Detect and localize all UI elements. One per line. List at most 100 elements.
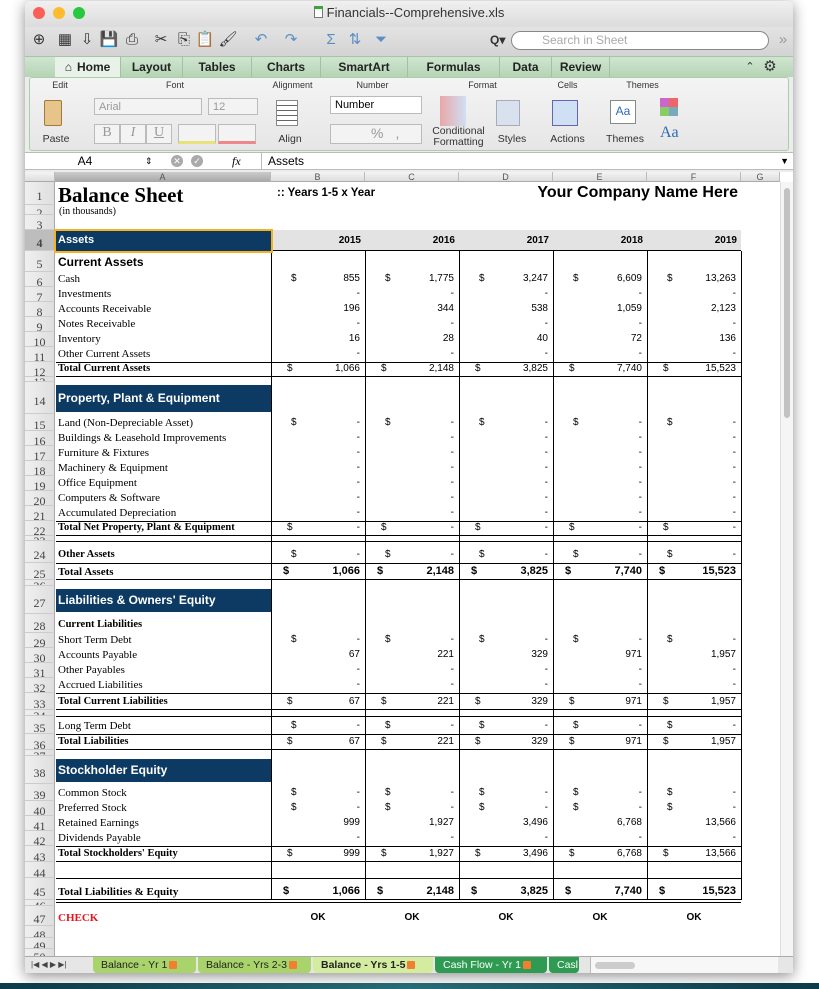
row-header-15[interactable]: 15 <box>25 414 55 431</box>
gallery-icon[interactable]: ▦ <box>55 30 75 50</box>
row-header-42[interactable]: 42 <box>25 831 55 846</box>
row-header-17[interactable]: 17 <box>25 446 55 461</box>
row-header-35[interactable]: 35 <box>25 716 55 734</box>
column-header-E[interactable]: E <box>553 172 647 182</box>
fx-button[interactable]: fx <box>232 153 241 169</box>
tab-tables[interactable]: Tables <box>183 57 252 78</box>
tab-review[interactable]: Review <box>552 57 610 78</box>
sheet-tab[interactable]: Cash Flow - Yr 1 <box>435 957 547 973</box>
row-header-49[interactable]: 49 <box>25 938 55 949</box>
underline-button[interactable]: U <box>146 124 172 144</box>
cancel-icon[interactable]: ✕ <box>171 155 183 167</box>
row-header-12[interactable]: 12 <box>25 362 55 377</box>
row-header-10[interactable]: 10 <box>25 332 55 347</box>
column-header-D[interactable]: D <box>459 172 553 182</box>
sheet-tab[interactable]: Balance - Yrs 2-3 <box>198 957 311 973</box>
row-header-1[interactable]: 1 <box>25 182 55 205</box>
actions-button[interactable]: Actions <box>545 133 590 145</box>
row-header-14[interactable]: 14 <box>25 382 55 414</box>
row-header-19[interactable]: 19 <box>25 476 55 491</box>
select-all-corner[interactable] <box>25 172 55 182</box>
close-button[interactable] <box>33 7 45 19</box>
row-header-47[interactable]: 47 <box>25 906 55 926</box>
row-header-36[interactable]: 36 <box>25 734 55 750</box>
paste-button[interactable]: Paste <box>36 133 76 145</box>
overflow-chevron-icon[interactable]: » <box>773 30 793 50</box>
gear-icon[interactable]: ⚙ <box>760 57 780 77</box>
minimize-button[interactable] <box>53 7 65 19</box>
cut-icon[interactable]: ✂ <box>151 30 171 50</box>
autosum-icon[interactable]: Σ <box>321 30 341 50</box>
paste-icon[interactable]: 📋 <box>195 30 215 50</box>
search-sheet-input[interactable]: Q▾ Search in Sheet <box>490 31 769 50</box>
row-header-16[interactable]: 16 <box>25 431 55 446</box>
align-icon[interactable] <box>276 100 298 126</box>
themes-icon[interactable]: Aa <box>610 100 636 124</box>
copy-icon[interactable]: ⎘ <box>174 30 194 50</box>
align-button[interactable]: Align <box>270 133 310 145</box>
name-box-stepper[interactable]: ⇕ <box>145 153 157 169</box>
tab-smartart[interactable]: SmartArt <box>321 57 408 78</box>
new-icon[interactable]: ⊕ <box>29 30 49 50</box>
styles-button[interactable]: Styles <box>492 133 532 145</box>
formula-input[interactable]: Assets <box>261 153 771 169</box>
row-header-11[interactable]: 11 <box>25 347 55 362</box>
row-header-32[interactable]: 32 <box>25 678 55 693</box>
theme-fonts-button[interactable]: Aa <box>660 124 679 142</box>
horizontal-scrollbar[interactable] <box>590 957 778 973</box>
row-header-2[interactable]: 2 <box>25 205 55 215</box>
row-header-6[interactable]: 6 <box>25 272 55 287</box>
row-header-7[interactable]: 7 <box>25 287 55 302</box>
row-header-39[interactable]: 39 <box>25 784 55 801</box>
row-header-8[interactable]: 8 <box>25 302 55 317</box>
row-header-43[interactable]: 43 <box>25 846 55 862</box>
undo-icon[interactable]: ↶ <box>251 30 271 50</box>
sheet-tab[interactable]: Casl <box>549 957 579 973</box>
row-header-21[interactable]: 21 <box>25 506 55 521</box>
column-header-F[interactable]: F <box>647 172 741 182</box>
zoom-button[interactable] <box>73 7 85 19</box>
tab-charts[interactable]: Charts <box>252 57 321 78</box>
sort-icon[interactable]: ⇅ <box>345 30 365 50</box>
print-icon[interactable]: ⎙ <box>122 30 142 50</box>
font-size-select[interactable]: 12 <box>208 98 258 115</box>
bold-button[interactable]: B <box>94 124 120 144</box>
tab-home[interactable]: ⌂ Home <box>55 57 121 78</box>
row-header-27[interactable]: 27 <box>25 586 55 614</box>
column-header-A[interactable]: A <box>55 172 271 182</box>
scroll-thumb[interactable] <box>784 188 790 418</box>
row-header-45[interactable]: 45 <box>25 878 55 900</box>
sheet-tab[interactable]: Balance - Yr 1 <box>93 957 196 973</box>
row-header-29[interactable]: 29 <box>25 633 55 648</box>
row-header-40[interactable]: 40 <box>25 801 55 816</box>
row-header-4[interactable]: 4 <box>25 230 55 251</box>
tab-formulas[interactable]: Formulas <box>408 57 500 78</box>
hscroll-thumb[interactable] <box>595 962 635 969</box>
column-header-G[interactable]: G <box>741 172 780 182</box>
row-header-18[interactable]: 18 <box>25 461 55 476</box>
number-format-select[interactable]: Number <box>330 96 422 114</box>
open-icon[interactable]: ⇩ <box>77 30 97 50</box>
row-header-41[interactable]: 41 <box>25 816 55 831</box>
row-header-9[interactable]: 9 <box>25 317 55 332</box>
paste-icon[interactable] <box>44 100 62 126</box>
row-header-25[interactable]: 25 <box>25 563 55 580</box>
font-name-select[interactable]: Arial <box>94 98 202 115</box>
sheet-tab[interactable]: Balance - Yrs 1-5 <box>313 957 433 973</box>
row-header-44[interactable]: 44 <box>25 862 55 878</box>
font-color-button[interactable] <box>218 124 256 144</box>
row-header-31[interactable]: 31 <box>25 663 55 678</box>
fill-color-button[interactable] <box>178 124 216 144</box>
row-header-48[interactable]: 48 <box>25 926 55 938</box>
tab-layout[interactable]: Layout <box>121 57 183 78</box>
row-header-28[interactable]: 28 <box>25 614 55 633</box>
expand-formula-icon[interactable]: ▼ <box>780 153 789 169</box>
conditional-formatting-icon[interactable] <box>440 96 466 126</box>
row-header-24[interactable]: 24 <box>25 541 55 563</box>
conditional-formatting-button[interactable]: Conditional Formatting <box>426 126 491 148</box>
row-header-20[interactable]: 20 <box>25 491 55 506</box>
name-box[interactable]: A4 <box>25 153 145 169</box>
styles-icon[interactable] <box>496 100 520 126</box>
tab-navigation-arrows[interactable]: |◀ ◀ ▶ ▶| <box>31 957 66 973</box>
filter-icon[interactable]: ⏷ <box>371 30 391 50</box>
